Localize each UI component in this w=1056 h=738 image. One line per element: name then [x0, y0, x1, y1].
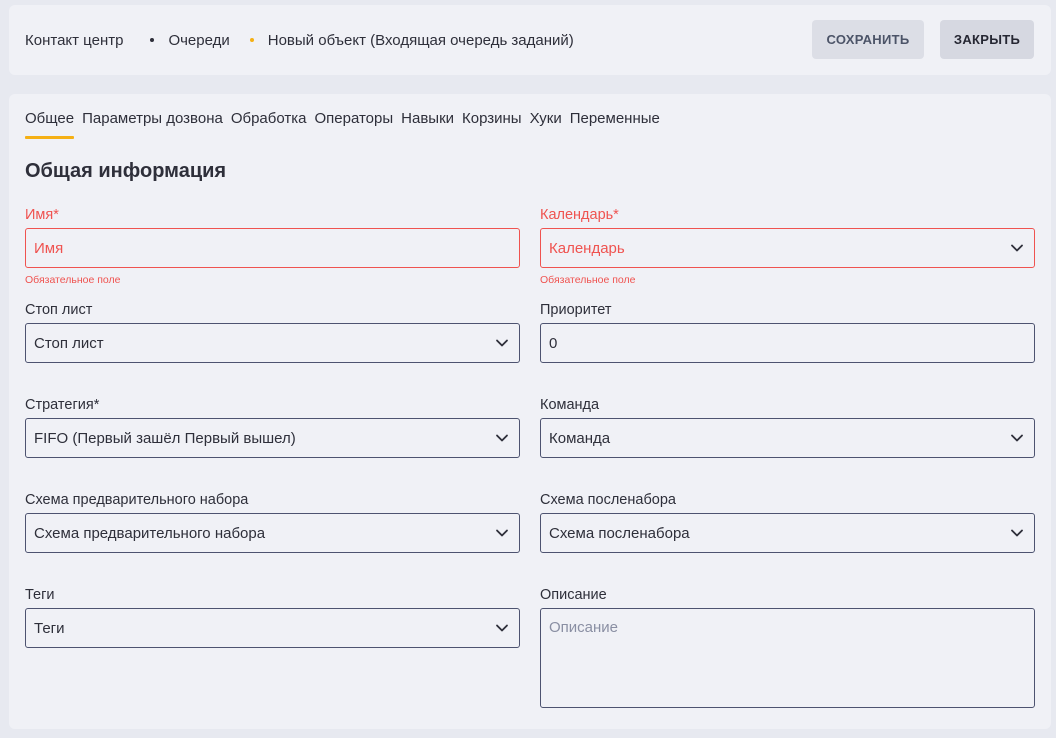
pre-dial-select[interactable]: Схема предварительного набора: [25, 513, 520, 553]
tags-select[interactable]: Теги: [25, 608, 520, 648]
priority-field-group: Приоритет 0: [540, 300, 1035, 363]
calendar-required-hint: Обязательное поле: [540, 274, 636, 286]
header-bar: Контакт центр Очереди Новый объект (Вход…: [9, 5, 1051, 75]
pre-dial-label: Схема предварительного набора: [25, 492, 249, 508]
name-field-group: Имя* Имя Обязательное поле: [25, 205, 520, 286]
stop-list-value: Стоп лист: [34, 334, 104, 352]
stop-list-field-group: Стоп лист Стоп лист: [25, 300, 520, 363]
pre-dial-value: Схема предварительного набора: [34, 524, 266, 542]
stop-list-select[interactable]: Стоп лист: [25, 323, 520, 363]
chevron-down-icon: [496, 434, 508, 442]
name-required-hint: Обязательное поле: [25, 274, 121, 286]
name-label: Имя*: [25, 207, 59, 223]
team-label: Команда: [540, 397, 600, 413]
chevron-down-icon: [496, 339, 508, 347]
tab-processing[interactable]: Обработка: [231, 110, 307, 139]
description-placeholder: Описание: [549, 619, 619, 636]
team-select[interactable]: Команда: [540, 418, 1035, 458]
tags-label: Теги: [25, 587, 55, 603]
post-dial-select[interactable]: Схема посленабора: [540, 513, 1035, 553]
name-placeholder: Имя: [34, 239, 64, 257]
chevron-down-icon: [496, 624, 508, 632]
priority-label: Приоритет: [540, 302, 612, 318]
breadcrumb-current-dot-icon: [249, 38, 254, 42]
breadcrumb: Контакт центр Очереди Новый объект (Вход…: [25, 5, 574, 75]
priority-value: 0: [549, 334, 558, 352]
tags-field-group: Теги Теги: [25, 585, 520, 648]
breadcrumb-contact-center[interactable]: Контакт центр: [25, 32, 123, 49]
chevron-down-icon: [1011, 434, 1023, 442]
tab-skills[interactable]: Навыки: [401, 110, 454, 139]
team-value: Команда: [549, 429, 611, 447]
pre-dial-field-group: Схема предварительного набора Схема пред…: [25, 490, 520, 553]
chevron-down-icon: [1011, 529, 1023, 537]
tab-hooks[interactable]: Хуки: [530, 110, 562, 139]
stop-list-label: Стоп лист: [25, 302, 93, 318]
post-dial-label: Схема посленабора: [540, 492, 676, 508]
post-dial-field-group: Схема посленабора Схема посленабора: [540, 490, 1035, 553]
tab-bar: Общее Параметры дозвона Обработка Операт…: [25, 110, 660, 139]
tab-baskets[interactable]: Корзины: [462, 110, 522, 139]
calendar-select[interactable]: Календарь: [540, 228, 1035, 268]
close-button[interactable]: ЗАКРЫТЬ: [940, 20, 1034, 59]
section-title: Общая информация: [25, 160, 227, 182]
description-field-group: Описание Описание: [540, 585, 1035, 708]
tab-operators[interactable]: Операторы: [314, 110, 393, 139]
save-button[interactable]: СОХРАНИТЬ: [812, 20, 924, 59]
calendar-field-group: Календарь* Календарь Обязательное поле: [540, 205, 1035, 286]
strategy-select[interactable]: FIFO (Первый зашёл Первый вышел): [25, 418, 520, 458]
strategy-value: FIFO (Первый зашёл Первый вышел): [34, 429, 296, 447]
tab-general[interactable]: Общее: [25, 110, 75, 139]
strategy-field-group: Стратегия* FIFO (Первый зашёл Первый выш…: [25, 395, 520, 458]
chevron-down-icon: [496, 529, 508, 537]
form-panel: Общее Параметры дозвона Обработка Операт…: [9, 94, 1051, 729]
description-label: Описание: [540, 587, 607, 603]
team-field-group: Команда Команда: [540, 395, 1035, 458]
calendar-placeholder: Календарь: [549, 239, 625, 257]
chevron-down-icon: [1011, 244, 1023, 252]
breadcrumb-current: Новый объект (Входящая очередь заданий): [267, 31, 574, 49]
strategy-label: Стратегия*: [25, 397, 100, 413]
breadcrumb-queues[interactable]: Очереди: [168, 32, 229, 49]
name-input[interactable]: Имя: [25, 228, 520, 268]
description-textarea[interactable]: Описание: [540, 608, 1035, 708]
breadcrumb-separator-icon: [150, 38, 155, 42]
calendar-label: Календарь*: [540, 207, 619, 223]
tab-variables[interactable]: Переменные: [570, 110, 660, 139]
post-dial-value: Схема посленабора: [549, 524, 690, 542]
tab-dial-params[interactable]: Параметры дозвона: [82, 110, 223, 139]
priority-input[interactable]: 0: [540, 323, 1035, 363]
tags-value: Теги: [34, 619, 65, 637]
